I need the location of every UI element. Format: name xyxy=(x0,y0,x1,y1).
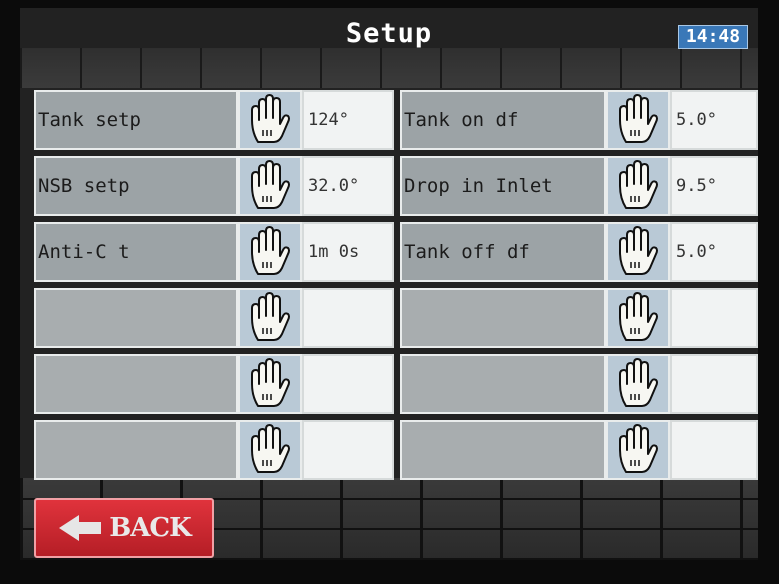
hand-icon xyxy=(619,160,658,209)
hand-icon xyxy=(619,424,658,473)
left-arrow-icon xyxy=(59,515,102,541)
setpoint-value[interactable] xyxy=(302,420,394,480)
back-button[interactable]: BACK xyxy=(34,498,214,558)
setpoint-label xyxy=(34,354,238,414)
setpoint-label xyxy=(34,420,238,480)
setpoint-value[interactable]: 1m 0s xyxy=(302,222,394,282)
setpoint-value[interactable] xyxy=(670,420,758,480)
setpoint-label xyxy=(400,288,606,348)
setpoint-value[interactable] xyxy=(670,354,758,414)
setpoint-value[interactable] xyxy=(302,288,394,348)
setpoint-row xyxy=(34,354,758,416)
hand-icon xyxy=(619,94,658,143)
setup-screen: Setup 14:48 Tank setp 124° Tank on df 5.… xyxy=(20,8,758,560)
hand-icon xyxy=(251,94,290,143)
setpoint-label xyxy=(400,420,606,480)
page-title: Setup xyxy=(345,18,433,49)
setpoint-label xyxy=(34,288,238,348)
setpoint-label: Tank setp xyxy=(34,90,238,150)
back-label: BACK xyxy=(109,513,191,543)
setpoint-value[interactable]: 5.0° xyxy=(670,222,758,282)
setpoint-label: Drop in Inlet xyxy=(400,156,606,216)
edit-button[interactable] xyxy=(606,222,670,282)
edit-button[interactable] xyxy=(238,354,302,414)
setpoint-label: Tank on df xyxy=(400,90,606,150)
edit-button[interactable] xyxy=(606,354,670,414)
hand-icon xyxy=(251,292,290,341)
hand-icon xyxy=(251,226,290,275)
edit-button[interactable] xyxy=(606,420,670,480)
edit-button[interactable] xyxy=(606,156,670,216)
edit-button[interactable] xyxy=(238,420,302,480)
setpoint-grid: Tank setp 124° Tank on df 5.0° NSB setp xyxy=(34,90,758,480)
hand-icon xyxy=(619,292,658,341)
setpoint-label: Anti-C t xyxy=(34,222,238,282)
setpoint-label xyxy=(400,354,606,414)
hand-icon xyxy=(251,160,290,209)
edit-button[interactable] xyxy=(238,222,302,282)
setpoint-value[interactable]: 32.0° xyxy=(302,156,394,216)
setpoint-row: Tank setp 124° Tank on df 5.0° xyxy=(34,90,758,152)
setpoint-label: NSB setp xyxy=(34,156,238,216)
setpoint-value[interactable] xyxy=(670,288,758,348)
setpoint-row: Anti-C t 1m 0s Tank off df 5.0° xyxy=(34,222,758,284)
setpoint-label: Tank off df xyxy=(400,222,606,282)
setpoint-value[interactable]: 9.5° xyxy=(670,156,758,216)
edit-button[interactable] xyxy=(238,90,302,150)
background-wall xyxy=(20,48,758,88)
setpoint-value[interactable]: 124° xyxy=(302,90,394,150)
setpoint-row xyxy=(34,420,758,482)
edit-button[interactable] xyxy=(238,288,302,348)
hand-icon xyxy=(619,358,658,407)
edit-button[interactable] xyxy=(606,288,670,348)
edit-button[interactable] xyxy=(238,156,302,216)
hand-icon xyxy=(251,358,290,407)
setpoint-row xyxy=(34,288,758,350)
setpoint-value[interactable]: 5.0° xyxy=(670,90,758,150)
clock-display: 14:48 xyxy=(678,25,748,49)
setpoint-value[interactable] xyxy=(302,354,394,414)
hand-icon xyxy=(251,424,290,473)
setpoint-row: NSB setp 32.0° Drop in Inlet 9.5° xyxy=(34,156,758,218)
edit-button[interactable] xyxy=(606,90,670,150)
hand-icon xyxy=(619,226,658,275)
